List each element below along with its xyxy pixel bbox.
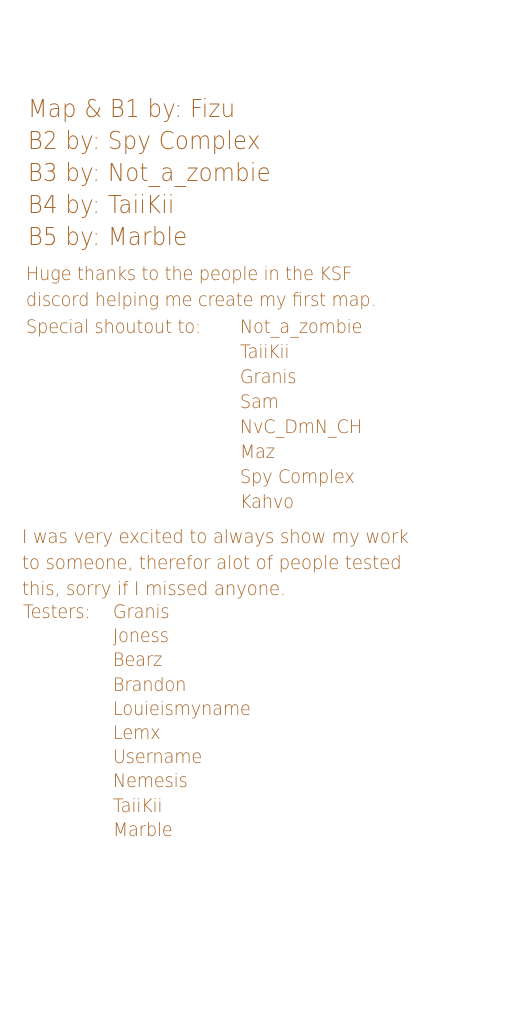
shoutout-name: Granis xyxy=(240,366,297,388)
tester-name: Marble xyxy=(113,818,173,841)
thanks-message: Huge thanks to the people in the KSF dis… xyxy=(26,261,376,313)
shoutout-name: Spy Complex xyxy=(240,466,355,488)
thanks-line: discord helping me create my first map. xyxy=(26,289,377,311)
tester-name: Joness xyxy=(113,625,169,648)
shoutout-name: Maz xyxy=(240,441,275,463)
tester-name: Nemesis xyxy=(113,770,188,793)
shoutout-list: Not_a_zombie TaiiKii Granis Sam NvC_DmN_… xyxy=(240,315,373,515)
credit-b5: B5 by: Marble xyxy=(28,222,188,251)
tester-name: TaiiKii xyxy=(113,794,163,817)
tester-name: Bearz xyxy=(113,649,163,672)
testers-label: Testers: xyxy=(23,601,91,623)
tester-name: Louieismyname xyxy=(113,697,251,720)
credit-map-b1: Map & B1 by: Fizu xyxy=(28,94,236,123)
credit-b2: B2 by: Spy Complex xyxy=(28,126,261,155)
thanks-line: Huge thanks to the people in the KSF xyxy=(26,263,353,285)
note-line: I was very excited to always show my wor… xyxy=(22,526,409,548)
shoutout-name: NvC_DmN_CH xyxy=(240,416,363,438)
shoutout-name: TaiiKii xyxy=(240,341,290,363)
shoutout-name: Kahvo xyxy=(240,491,294,513)
testers-note: I was very excited to always show my wor… xyxy=(22,524,409,602)
tester-name: Username xyxy=(113,746,203,769)
credits-section: Map & B1 by: Fizu B2 by: Spy Complex B3 … xyxy=(28,93,298,253)
tester-name: Brandon xyxy=(113,673,187,696)
shoutout-name: Sam xyxy=(240,391,279,413)
testers-list: Granis Joness Bearz Brandon Louieismynam… xyxy=(113,600,263,842)
shoutout-label: Special shoutout to: xyxy=(26,316,201,338)
note-line: to someone, therefor alot of people test… xyxy=(22,552,402,574)
tester-name: Granis xyxy=(113,601,170,623)
credit-b3: B3 by: Not_a_zombie xyxy=(28,158,272,187)
shoutout-name: Not_a_zombie xyxy=(240,316,363,338)
credit-b4: B4 by: TaiiKii xyxy=(28,190,175,219)
tester-name: Lemx xyxy=(113,722,161,745)
note-line: this, sorry if I missed anyone. xyxy=(22,578,286,600)
